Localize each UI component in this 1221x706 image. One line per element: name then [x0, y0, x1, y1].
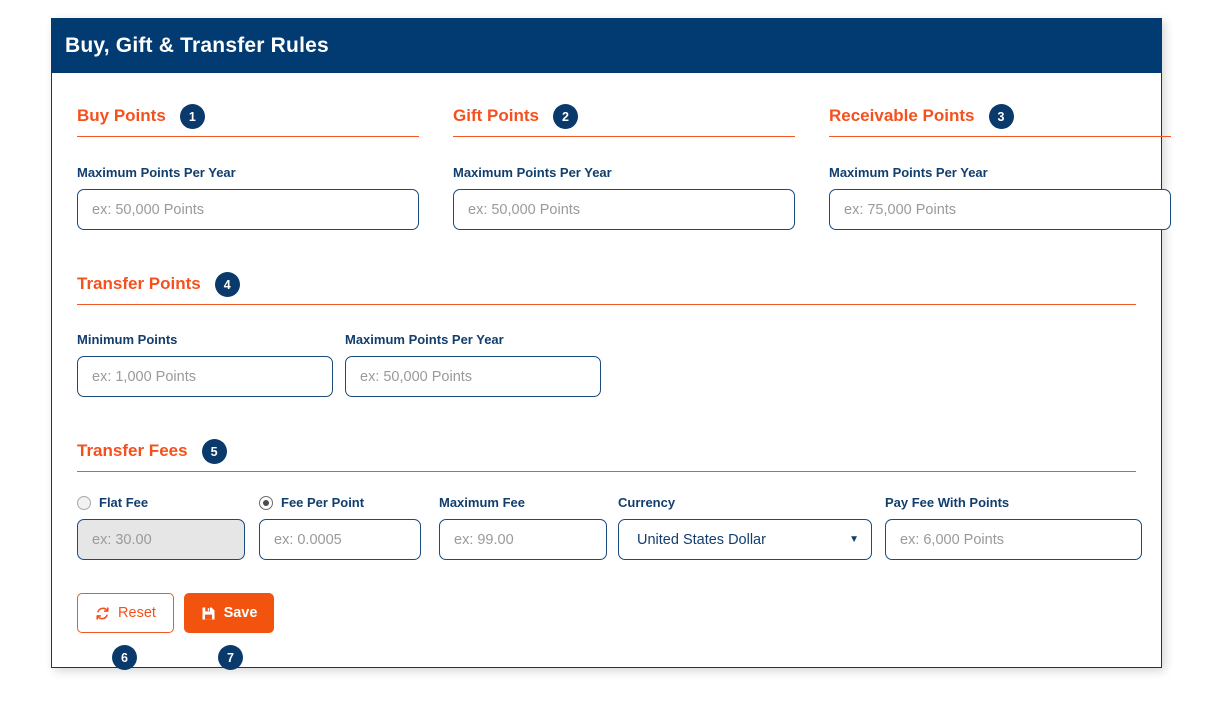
transfer-points-fields: Minimum Points Maximum Points Per Year [77, 332, 1136, 397]
transfer-maximum-points-label: Maximum Points Per Year [345, 332, 601, 347]
transfer-fees-fields: Flat Fee Fee Per Point Max [77, 495, 1136, 560]
fee-per-point-radio[interactable] [259, 496, 273, 510]
callout-badge-4: 4 [215, 272, 240, 297]
section-transfer-points: Transfer Points 4 Minimum Points Maximum… [77, 271, 1136, 397]
flat-fee-radio-label[interactable]: Flat Fee [77, 495, 245, 510]
flat-fee-label-text: Flat Fee [99, 495, 148, 510]
section-title-receivable-points: Receivable Points [829, 106, 975, 126]
card-body: Buy Points 1 Maximum Points Per Year Gif… [52, 73, 1161, 667]
section-buy-points: Buy Points 1 Maximum Points Per Year [77, 103, 419, 230]
fee-per-point-label-text: Fee Per Point [281, 495, 364, 510]
gift-points-fields: Maximum Points Per Year [453, 165, 795, 230]
callout-badge-2: 2 [553, 104, 578, 129]
save-button[interactable]: Save [184, 593, 274, 633]
form-actions: Reset Save [77, 593, 1136, 633]
card-header: Buy, Gift & Transfer Rules [52, 18, 1161, 73]
transfer-maximum-points-field: Maximum Points Per Year [345, 332, 601, 397]
page-title: Buy, Gift & Transfer Rules [65, 34, 329, 58]
currency-selected-value: United States Dollar [637, 532, 766, 548]
pay-fee-with-points-label: Pay Fee With Points [885, 495, 1142, 510]
maximum-fee-label: Maximum Fee [439, 495, 607, 510]
transfer-minimum-points-label: Minimum Points [77, 332, 333, 347]
pay-fee-with-points-field: Pay Fee With Points [885, 495, 1142, 560]
transfer-fees-heading: Transfer Fees 5 [77, 438, 1136, 472]
section-gift-points: Gift Points 2 Maximum Points Per Year [453, 103, 795, 230]
bottom-callouts: 6 7 [51, 645, 1160, 685]
buy-max-points-input[interactable] [77, 189, 419, 230]
reset-button[interactable]: Reset [77, 593, 174, 633]
callout-badge-3: 3 [989, 104, 1014, 129]
callout-badge-7: 7 [218, 645, 243, 670]
transfer-points-heading: Transfer Points 4 [77, 271, 1136, 305]
receivable-points-fields: Maximum Points Per Year [829, 165, 1171, 230]
rules-card: Buy, Gift & Transfer Rules Buy Points 1 … [51, 18, 1162, 668]
gift-points-heading: Gift Points 2 [453, 103, 795, 137]
transfer-maximum-points-input[interactable] [345, 356, 601, 397]
currency-select-wrap[interactable]: United States Dollar ▼ [618, 519, 872, 560]
currency-field: Currency United States Dollar ▼ [618, 495, 872, 560]
callout-badge-5: 5 [202, 439, 227, 464]
fee-per-point-input[interactable] [259, 519, 421, 560]
maximum-fee-input[interactable] [439, 519, 607, 560]
gift-max-points-label: Maximum Points Per Year [453, 165, 795, 180]
section-transfer-fees: Transfer Fees 5 Flat Fee [77, 438, 1136, 560]
section-receivable-points: Receivable Points 3 Maximum Points Per Y… [829, 103, 1171, 230]
buy-max-points-label: Maximum Points Per Year [77, 165, 419, 180]
callout-badge-1: 1 [180, 104, 205, 129]
currency-select[interactable]: United States Dollar [618, 519, 872, 560]
reset-button-label: Reset [118, 605, 156, 621]
refresh-icon [95, 606, 110, 621]
fee-per-point-radio-label[interactable]: Fee Per Point [259, 495, 421, 510]
section-title-transfer-points: Transfer Points [77, 274, 201, 294]
section-title-gift-points: Gift Points [453, 106, 539, 126]
points-rules-row: Buy Points 1 Maximum Points Per Year Gif… [77, 103, 1136, 230]
transfer-minimum-points-input[interactable] [77, 356, 333, 397]
transfer-minimum-points-field: Minimum Points [77, 332, 333, 397]
pay-fee-with-points-input[interactable] [885, 519, 1142, 560]
fee-per-point-field: Fee Per Point [259, 495, 421, 560]
gift-max-points-input[interactable] [453, 189, 795, 230]
section-title-buy-points: Buy Points [77, 106, 166, 126]
receivable-points-heading: Receivable Points 3 [829, 103, 1171, 137]
receivable-max-points-label: Maximum Points Per Year [829, 165, 1171, 180]
currency-label: Currency [618, 495, 872, 510]
save-button-label: Save [224, 605, 258, 621]
section-title-transfer-fees: Transfer Fees [77, 441, 188, 461]
callout-badge-6: 6 [112, 645, 137, 670]
flat-fee-input [77, 519, 245, 560]
flat-fee-radio[interactable] [77, 496, 91, 510]
buy-points-heading: Buy Points 1 [77, 103, 419, 137]
flat-fee-field: Flat Fee [77, 495, 245, 560]
maximum-fee-field: Maximum Fee [439, 495, 607, 560]
floppy-save-icon [201, 606, 216, 621]
buy-points-fields: Maximum Points Per Year [77, 165, 419, 230]
receivable-max-points-input[interactable] [829, 189, 1171, 230]
page-root: Buy, Gift & Transfer Rules Buy Points 1 … [0, 0, 1221, 706]
